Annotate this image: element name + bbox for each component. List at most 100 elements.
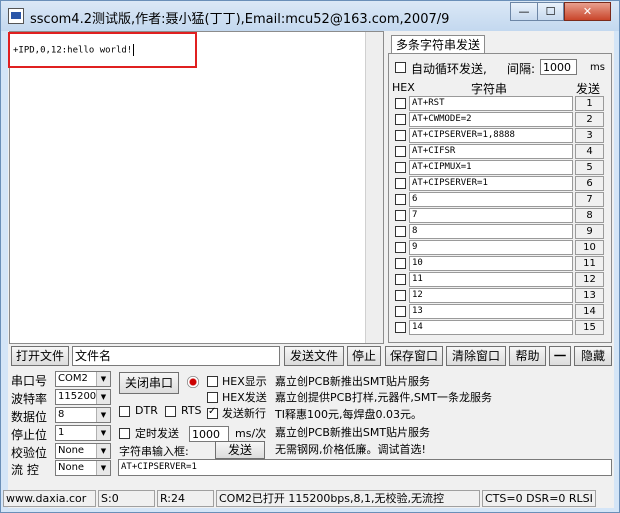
row-hex-checkbox[interactable]	[395, 146, 406, 157]
row-command-input[interactable]: 9	[409, 240, 573, 255]
row-send-button[interactable]: 3	[575, 128, 604, 143]
row-command-input[interactable]: 11	[409, 272, 573, 287]
maximize-button[interactable]: ☐	[537, 2, 564, 21]
close-button[interactable]: ✕	[564, 2, 611, 21]
main-window: sscom4.2测试版,作者:聂小猛(丁丁),Email:mcu52@163.c…	[0, 0, 620, 513]
send-button[interactable]: 发送	[215, 441, 265, 459]
ad-line-1[interactable]: 嘉立创PCB新推出SMT贴片服务	[275, 373, 430, 389]
row-hex-checkbox[interactable]	[395, 130, 406, 141]
ad-line-4[interactable]: 嘉立创PCB新推出SMT贴片服务	[275, 424, 430, 440]
receive-scrollbar[interactable]	[365, 32, 383, 343]
row-hex-checkbox[interactable]	[395, 290, 406, 301]
row-send-button[interactable]: 13	[575, 288, 604, 303]
row-send-button[interactable]: 12	[575, 272, 604, 287]
row-send-button[interactable]: 11	[575, 256, 604, 271]
row-hex-checkbox[interactable]	[395, 114, 406, 125]
hex-display-label: HEX显示	[222, 375, 267, 388]
row-command-input[interactable]: 13	[409, 304, 573, 319]
chevron-down-icon: ▼	[96, 444, 110, 458]
col-send-header: 发送	[576, 82, 601, 96]
timed-interval-input[interactable]: 1000	[189, 426, 229, 442]
send-newline-checkbox[interactable]	[207, 406, 218, 419]
row-send-button[interactable]: 14	[575, 304, 604, 319]
row-command-input[interactable]: 7	[409, 208, 573, 223]
rts-label: RTS	[181, 404, 202, 417]
ad-line-2[interactable]: 嘉立创提供PCB打样,元器件,SMT一条龙服务	[275, 389, 492, 405]
row-hex-checkbox[interactable]	[395, 98, 406, 109]
status-website[interactable]: www.daxia.cor	[3, 490, 96, 507]
stop-bits-select[interactable]: 1 ▼	[55, 425, 111, 441]
row-hex-checkbox[interactable]	[395, 306, 406, 317]
parity-select[interactable]: None ▼	[55, 443, 111, 459]
row-send-button[interactable]: 7	[575, 192, 604, 207]
save-window-button[interactable]: 保存窗口	[385, 346, 443, 366]
row-command-input[interactable]: AT+CIFSR	[409, 144, 573, 159]
interval-input[interactable]: 1000	[540, 59, 577, 75]
row-hex-checkbox[interactable]	[395, 178, 406, 189]
multi-row: 14 15	[392, 320, 604, 336]
row-send-button[interactable]: 2	[575, 112, 604, 127]
receive-area[interactable]: +IPD,0,12:hello world!	[9, 31, 384, 344]
row-send-button[interactable]: 8	[575, 208, 604, 223]
row-hex-checkbox[interactable]	[395, 242, 406, 253]
minimize-button[interactable]: —	[510, 2, 538, 21]
baud-select-value: 115200	[58, 391, 97, 402]
row-command-input[interactable]: 10	[409, 256, 573, 271]
close-port-button[interactable]: 关闭串口	[119, 372, 179, 394]
row-command-input[interactable]: AT+CIPMUX=1	[409, 160, 573, 175]
row-send-button[interactable]: 10	[575, 240, 604, 255]
timed-unit-label: ms/次	[235, 427, 267, 440]
hex-send-checkbox[interactable]	[207, 392, 218, 403]
row-command-input[interactable]: AT+CIPSERVER=1,8888	[409, 128, 573, 143]
chevron-down-icon: ▼	[96, 426, 110, 440]
port-status-led-icon	[187, 376, 199, 388]
row-hex-checkbox[interactable]	[395, 210, 406, 221]
timed-send-checkbox[interactable]	[119, 428, 130, 439]
row-command-input[interactable]: AT+CWMODE=2	[409, 112, 573, 127]
baud-select[interactable]: 115200 ▼	[55, 389, 111, 405]
row-send-button[interactable]: 6	[575, 176, 604, 191]
clear-window-button[interactable]: 清除窗口	[446, 346, 506, 366]
dtr-label: DTR	[135, 404, 158, 417]
row-send-button[interactable]: 15	[575, 320, 604, 335]
row-command-input[interactable]: AT+CIPSERVER=1	[409, 176, 573, 191]
multi-row: AT+CWMODE=2 2	[392, 112, 604, 128]
row-hex-checkbox[interactable]	[395, 194, 406, 205]
row-send-button[interactable]: 9	[575, 224, 604, 239]
row-command-input[interactable]: AT+RST	[409, 96, 573, 111]
row-command-input[interactable]: 8	[409, 224, 573, 239]
row-hex-checkbox[interactable]	[395, 162, 406, 173]
row-hex-checkbox[interactable]	[395, 322, 406, 333]
dtr-checkbox[interactable]	[119, 406, 130, 417]
row-hex-checkbox[interactable]	[395, 226, 406, 237]
row-hex-checkbox[interactable]	[395, 274, 406, 285]
timed-send-label: 定时发送	[135, 427, 179, 440]
row-send-button[interactable]: 4	[575, 144, 604, 159]
send-file-button[interactable]: 发送文件	[284, 346, 344, 366]
hide-button[interactable]: 隐藏	[574, 346, 612, 366]
row-hex-checkbox[interactable]	[395, 258, 406, 269]
stop-button[interactable]: 停止	[347, 346, 381, 366]
highlight-box	[8, 32, 197, 68]
ad-line-5[interactable]: 无需钢网,价格低廉。调试首选!	[275, 441, 426, 457]
row-send-button[interactable]: 5	[575, 160, 604, 175]
ad-line-3[interactable]: TI释惠100元,每焊盘0.03元。	[275, 406, 422, 422]
data-bits-select[interactable]: 8 ▼	[55, 407, 111, 423]
help-button[interactable]: 帮助	[509, 346, 546, 366]
multi-row: 12 13	[392, 288, 604, 304]
auto-loop-checkbox[interactable]	[395, 62, 406, 73]
row-send-button[interactable]: 1	[575, 96, 604, 111]
rts-checkbox[interactable]	[165, 406, 176, 417]
hex-display-checkbox[interactable]	[207, 376, 218, 387]
row-command-input[interactable]: 14	[409, 320, 573, 335]
open-file-button[interactable]: 打开文件	[11, 346, 69, 366]
file-name-input[interactable]: 文件名	[72, 346, 280, 366]
multi-string-panel: 自动循环发送, 间隔: 1000 ms HEX 字符串 发送 AT+RST 1 AT…	[388, 53, 612, 343]
flow-select[interactable]: None ▼	[55, 460, 111, 476]
collapse-button[interactable]: 一	[549, 346, 571, 366]
port-select[interactable]: COM2 ▼	[55, 371, 111, 387]
tab-multi-string[interactable]: 多条字符串发送	[391, 35, 486, 55]
row-command-input[interactable]: 6	[409, 192, 573, 207]
send-input[interactable]: AT+CIPSERVER=1	[118, 459, 612, 476]
row-command-input[interactable]: 12	[409, 288, 573, 303]
